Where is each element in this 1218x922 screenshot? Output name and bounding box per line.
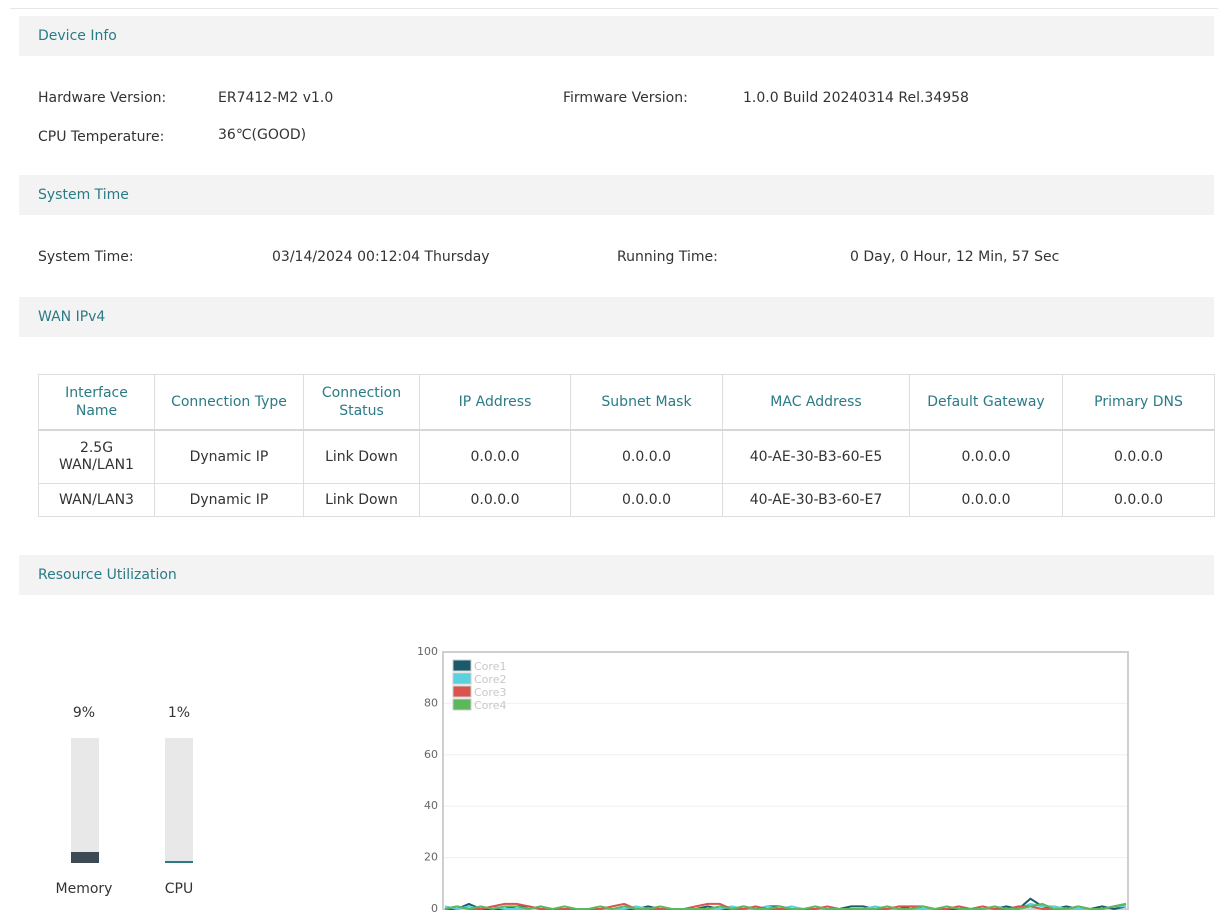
legend-label: Core4 [474, 699, 506, 712]
cell-connection-type: Dynamic IP [154, 429, 304, 484]
table-row: WAN/LAN3 Dynamic IP Link Down 0.0.0.0 0.… [38, 483, 1215, 517]
system-time-label: System Time: [38, 249, 134, 265]
running-time-label: Running Time: [617, 249, 718, 265]
column-header-subnet-mask: Subnet Mask [570, 374, 723, 431]
hardware-version-value: ER7412-M2 v1.0 [218, 90, 334, 106]
table-header-row: Interface Name Connection Type Connectio… [38, 374, 1215, 431]
cell-primary-dns: 0.0.0.0 [1062, 429, 1215, 484]
cell-mac-address: 40-AE-30-B3-60-E5 [722, 429, 910, 484]
y-tick-label: 60 [424, 748, 438, 761]
y-tick-label: 0 [431, 902, 438, 915]
cpu-usage-bar [165, 738, 193, 863]
firmware-version-label: Firmware Version: [563, 90, 688, 106]
resource-utilization-header: Resource Utilization [19, 555, 1214, 595]
firmware-version-value: 1.0.0 Build 20240314 Rel.34958 [743, 90, 969, 106]
cell-connection-type: Dynamic IP [154, 483, 304, 517]
system-time-value: 03/14/2024 00:12:04 Thursday [272, 249, 490, 265]
memory-percent: 9% [72, 705, 96, 721]
device-info-header: Device Info [19, 16, 1214, 56]
y-tick-label: 80 [424, 696, 438, 709]
column-header-interface-name: Interface Name [38, 374, 155, 431]
plot-frame [442, 651, 1129, 910]
cell-subnet-mask: 0.0.0.0 [570, 429, 723, 484]
column-header-default-gateway: Default Gateway [909, 374, 1063, 431]
cell-interface-name: WAN/LAN3 [38, 483, 155, 517]
column-header-primary-dns: Primary DNS [1062, 374, 1215, 431]
memory-usage-bar [71, 738, 99, 863]
legend-swatch [452, 659, 472, 672]
cpu-temperature-label: CPU Temperature: [38, 129, 165, 145]
legend-swatch [452, 685, 472, 698]
table-row: 2.5G WAN/LAN1 Dynamic IP Link Down 0.0.0… [38, 429, 1215, 484]
cpu-percent: 1% [167, 705, 191, 721]
y-tick-label: 20 [424, 851, 438, 864]
column-header-connection-status: Connection Status [303, 374, 420, 431]
legend-label: Core1 [474, 660, 506, 673]
cell-default-gateway: 0.0.0.0 [909, 483, 1063, 517]
wan-ipv4-header: WAN IPv4 [19, 297, 1214, 337]
cpu-temperature-value: 36℃(GOOD) [218, 127, 307, 143]
column-header-mac-address: MAC Address [722, 374, 910, 431]
running-time-value: 0 Day, 0 Hour, 12 Min, 57 Sec [850, 249, 1060, 265]
legend-swatch [452, 672, 472, 685]
memory-label: Memory [55, 881, 113, 897]
top-divider [10, 8, 1218, 9]
legend-label: Core3 [474, 686, 506, 699]
cpu-core-chart: 0 20 40 60 80 100 Core1Core2Core3Core4 [417, 645, 1129, 915]
cell-primary-dns: 0.0.0.0 [1062, 483, 1215, 517]
legend-swatch [452, 698, 472, 711]
column-header-connection-type: Connection Type [154, 374, 304, 431]
cell-interface-name: 2.5G WAN/LAN1 [38, 429, 155, 484]
cell-connection-status: Link Down [303, 429, 420, 484]
cell-ip-address: 0.0.0.0 [419, 483, 571, 517]
y-tick-label: 100 [417, 645, 438, 658]
cell-subnet-mask: 0.0.0.0 [570, 483, 723, 517]
hardware-version-label: Hardware Version: [38, 90, 167, 106]
memory-usage-fill [71, 851, 99, 863]
cell-connection-status: Link Down [303, 483, 420, 517]
cell-mac-address: 40-AE-30-B3-60-E7 [722, 483, 910, 517]
cell-default-gateway: 0.0.0.0 [909, 429, 1063, 484]
cpu-usage-fill [165, 861, 193, 863]
wan-ipv4-table: Interface Name Connection Type Connectio… [38, 374, 1215, 517]
column-header-ip-address: IP Address [419, 374, 571, 431]
y-tick-label: 40 [424, 799, 438, 812]
system-time-header: System Time [19, 175, 1214, 215]
legend-label: Core2 [474, 673, 506, 686]
cell-ip-address: 0.0.0.0 [419, 429, 571, 484]
cpu-label: CPU [164, 881, 194, 897]
